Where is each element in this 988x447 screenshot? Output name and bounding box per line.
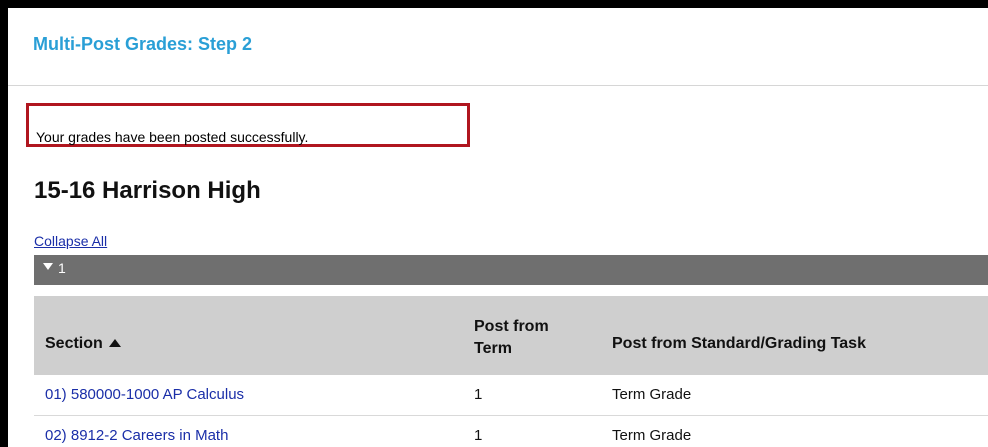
app-frame: Multi-Post Grades: Step 2 Your grades ha…	[8, 8, 988, 447]
collapse-all-link[interactable]: Collapse All	[34, 233, 107, 249]
section-link[interactable]: 02) 8912-2 Careers in Math	[45, 427, 228, 444]
task-cell: Term Grade	[612, 427, 692, 444]
term-header-line1: Post from	[474, 318, 549, 335]
term-column-header: Post from Term	[474, 316, 604, 360]
task-column-header: Post from Standard/Grading Task	[612, 335, 866, 352]
title-divider	[8, 85, 988, 86]
table-row: 01) 580000-1000 AP Calculus 1 Term Grade	[34, 375, 988, 416]
success-message: Your grades have been posted successfull…	[36, 129, 309, 145]
page-title: Multi-Post Grades: Step 2	[33, 34, 253, 54]
group-label: 1	[58, 260, 66, 276]
task-cell: Term Grade	[612, 386, 692, 403]
triangle-down-icon	[43, 263, 53, 270]
term-header-line2: Term	[474, 340, 512, 357]
success-highlight-box: Your grades have been posted successfull…	[26, 103, 470, 147]
triangle-up-icon	[108, 339, 121, 347]
group-spacer	[34, 285, 988, 296]
section-link[interactable]: 01) 580000-1000 AP Calculus	[45, 386, 244, 403]
term-cell: 1	[474, 386, 483, 403]
term-cell: 1	[474, 427, 483, 444]
table-header: Section Post from Term Post from Standar…	[34, 296, 988, 375]
section-header-label: Section	[45, 335, 103, 352]
school-name-heading: 15-16 Harrison High	[34, 177, 261, 204]
section-column-header[interactable]: Section	[45, 335, 121, 353]
table-row: 02) 8912-2 Careers in Math 1 Term Grade	[34, 416, 988, 447]
group-header-bar[interactable]: 1	[34, 255, 988, 285]
